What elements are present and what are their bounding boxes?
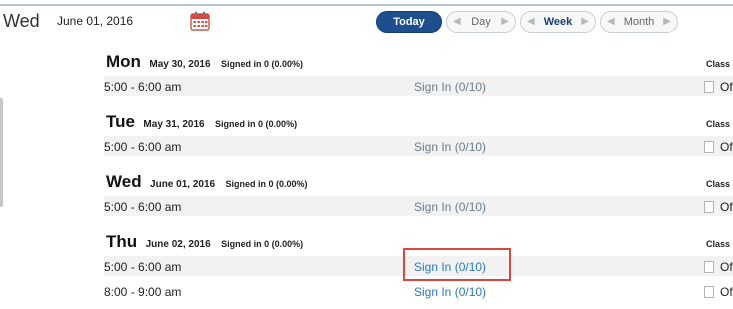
day-name: Mon xyxy=(106,52,141,71)
class-value: Of xyxy=(720,140,733,154)
class-column-header: Class xyxy=(706,239,731,249)
class-column-header: Class xyxy=(706,179,731,189)
signed-in-summary: Signed in 0 (0.00%) xyxy=(215,119,298,129)
sign-in-link[interactable]: Sign In (0/10) xyxy=(414,140,486,154)
side-panel-handle[interactable] xyxy=(0,98,3,207)
week-view-button[interactable]: ◀ Week ▶ xyxy=(520,11,596,33)
session-time: 5:00 - 6:00 am xyxy=(104,80,182,94)
class-column-header: Class xyxy=(706,119,731,129)
day-heading-mon: Mon May 30, 2016 Signed in 0 (0.00%) xyxy=(106,52,303,72)
month-view-button[interactable]: ◀ Month ▶ xyxy=(600,11,678,33)
session-time: 5:00 - 6:00 am xyxy=(104,140,182,154)
top-divider xyxy=(0,4,733,6)
class-value: Of xyxy=(720,200,733,214)
class-checkbox[interactable] xyxy=(704,201,714,213)
class-value: Of xyxy=(720,260,733,274)
day-name: Tue xyxy=(106,112,135,131)
session-time: 5:00 - 6:00 am xyxy=(104,200,182,214)
sign-in-link[interactable]: Sign In (0/10) xyxy=(414,285,486,299)
class-checkbox[interactable] xyxy=(704,141,714,153)
day-date: June 02, 2016 xyxy=(145,239,211,250)
week-view-label: Week xyxy=(543,16,573,28)
sign-in-link[interactable]: Sign In (0/10) xyxy=(414,80,486,94)
class-checkbox[interactable] xyxy=(704,261,714,273)
class-value: Of xyxy=(720,80,733,94)
session-row: 5:00 - 6:00 am Sign In (0/10) Of xyxy=(104,76,733,96)
chevron-left-icon: ◀ xyxy=(607,16,615,27)
day-name: Wed xyxy=(106,172,142,191)
chevron-right-icon: ▶ xyxy=(501,16,509,27)
current-date-label: June 01, 2016 xyxy=(57,14,134,28)
class-value: Of xyxy=(720,285,733,299)
signed-in-summary: Signed in 0 (0.00%) xyxy=(221,239,304,249)
session-time: 5:00 - 6:00 am xyxy=(104,260,182,274)
day-view-label: Day xyxy=(471,16,491,28)
signed-in-summary: Signed in 0 (0.00%) xyxy=(221,59,304,69)
month-view-label: Month xyxy=(623,16,655,28)
day-date: May 30, 2016 xyxy=(149,59,211,70)
chevron-left-icon: ◀ xyxy=(453,16,461,27)
chevron-right-icon: ▶ xyxy=(581,16,589,27)
class-checkbox[interactable] xyxy=(704,286,714,298)
session-row: 8:00 - 9:00 am Sign In (0/10) Of xyxy=(104,281,733,301)
sign-in-link[interactable]: Sign In (0/10) xyxy=(414,200,486,214)
class-column-header: Class xyxy=(706,59,731,69)
day-name: Thu xyxy=(106,232,138,251)
day-heading-thu: Thu June 02, 2016 Signed in 0 (0.00%) xyxy=(106,232,303,252)
day-heading-tue: Tue May 31, 2016 Signed in 0 (0.00%) xyxy=(106,112,297,132)
session-row: 5:00 - 6:00 am Sign In (0/10) Of xyxy=(104,196,733,216)
day-heading-wed: Wed June 01, 2016 Signed in 0 (0.00%) xyxy=(106,172,308,192)
session-row: 5:00 - 6:00 am Sign In (0/10) Of xyxy=(104,136,733,156)
highlight-box xyxy=(403,248,511,281)
day-view-button[interactable]: ◀ Day ▶ xyxy=(446,11,516,33)
chevron-left-icon: ◀ xyxy=(527,16,535,27)
today-button[interactable]: Today xyxy=(376,11,442,33)
class-checkbox[interactable] xyxy=(704,81,714,93)
session-time: 8:00 - 9:00 am xyxy=(104,285,182,299)
calendar-icon[interactable] xyxy=(189,10,211,32)
today-button-label: Today xyxy=(393,16,425,28)
signed-in-summary: Signed in 0 (0.00%) xyxy=(225,179,308,189)
day-date: May 31, 2016 xyxy=(143,119,205,130)
current-day-label: Wed xyxy=(3,11,40,31)
day-date: June 01, 2016 xyxy=(150,179,216,190)
chevron-right-icon: ▶ xyxy=(663,16,671,27)
